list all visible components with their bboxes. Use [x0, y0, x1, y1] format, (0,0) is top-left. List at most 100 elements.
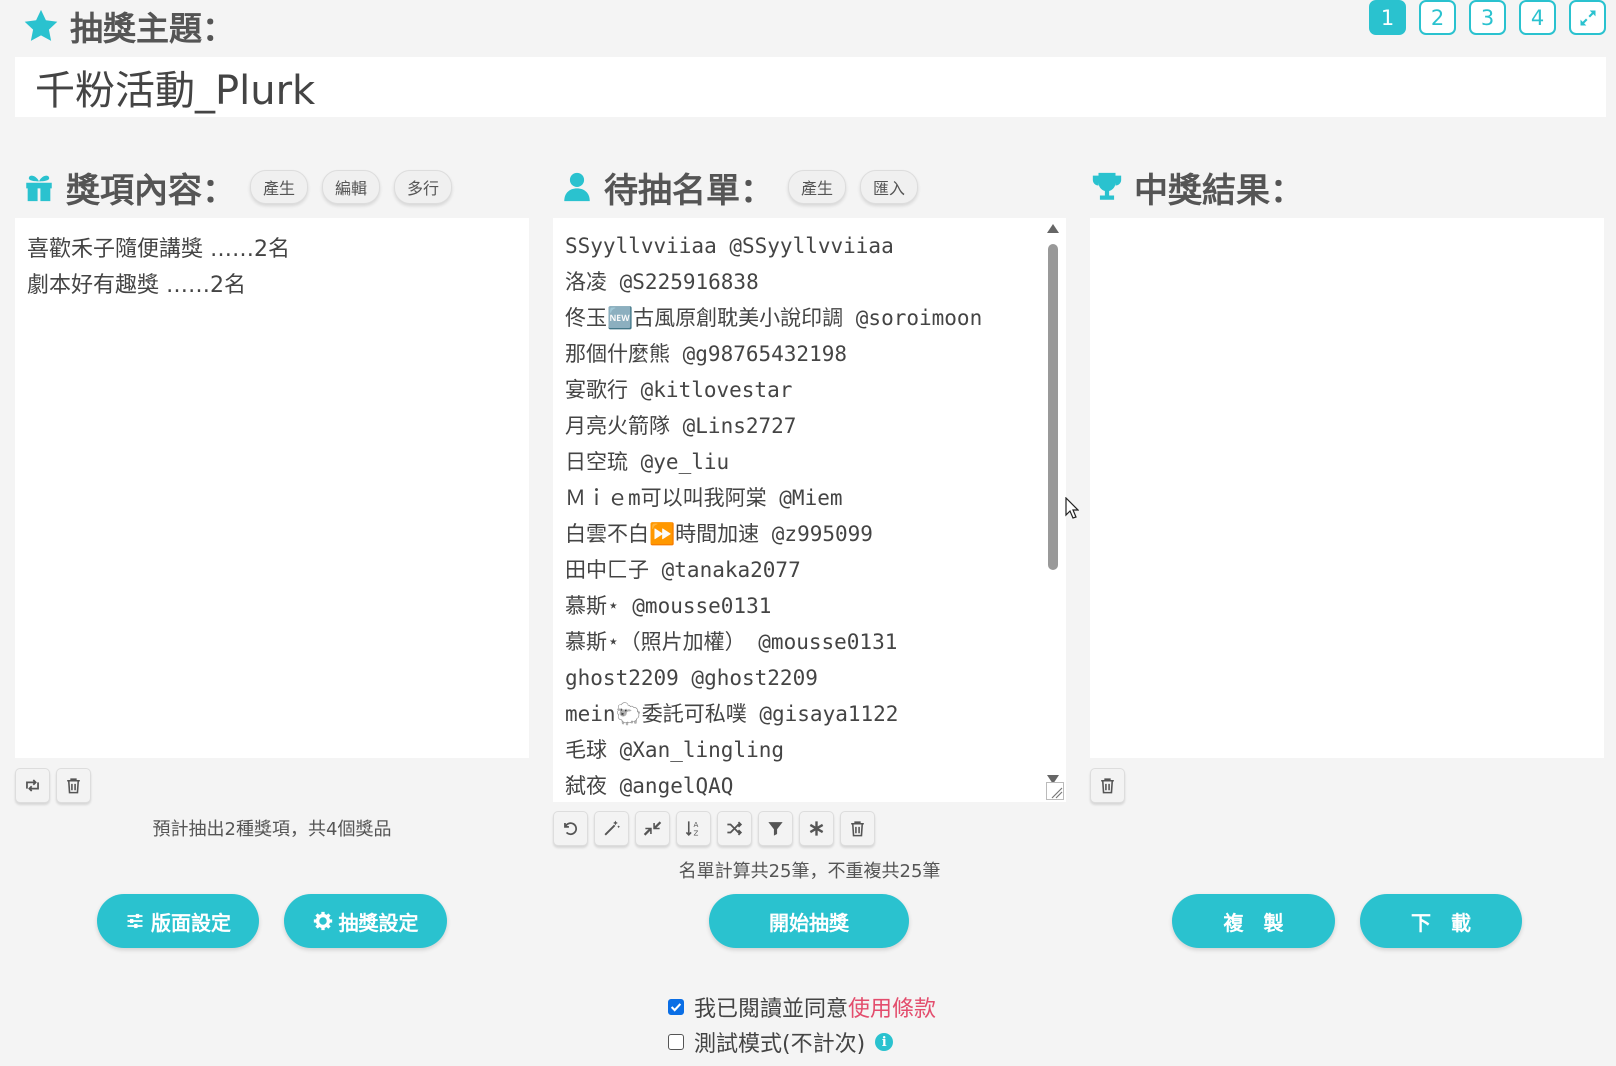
candidate-row: SSyyllvviiaa @SSyyllvviiaa	[565, 234, 894, 258]
candidate-row: ghost2209 @ghost2209	[565, 666, 818, 690]
candidate-toolbar: AZ	[553, 811, 875, 846]
asterisk-icon	[809, 821, 824, 836]
trash-icon	[67, 778, 80, 794]
start-draw-button[interactable]: 開始抽獎	[709, 894, 909, 948]
test-mode-label: 測試模式(不計次)	[694, 1032, 866, 1057]
agree-terms-label: 我已閱讀並同意使用條款	[694, 991, 936, 1023]
prize-refresh-button[interactable]	[15, 768, 50, 803]
candidate-clear-button[interactable]	[840, 811, 875, 846]
prize-edit-button[interactable]: 編輯	[322, 170, 381, 204]
candidate-row: 宴歌行 @kitlovestar	[565, 378, 793, 402]
scroll-up-arrow[interactable]	[1047, 224, 1059, 233]
topic-input[interactable]: 千粉活動_Plurk	[15, 57, 1606, 117]
download-button[interactable]: 下 載	[1360, 894, 1522, 948]
candidates-title: 待抽名單：	[604, 170, 774, 211]
prize-clear-button[interactable]	[56, 768, 91, 803]
prize-item: 喜歡禾子隨便講獎 ……2名	[27, 237, 290, 262]
star-icon	[24, 9, 58, 41]
compress-icon	[643, 821, 662, 836]
info-icon[interactable]: i	[875, 1033, 894, 1051]
results-textarea[interactable]	[1090, 218, 1604, 758]
page-button-2[interactable]: 2	[1419, 0, 1456, 35]
candidates-heading: 待抽名單： 產生 匯入	[560, 164, 919, 211]
candidate-row: 慕斯⋆（照片加權） @mousse0131	[565, 630, 898, 654]
candidate-row: 那個什麼熊 @g98765432198	[565, 342, 848, 366]
test-mode-checkbox[interactable]	[668, 1034, 684, 1050]
undo-icon	[564, 822, 578, 836]
gift-icon	[26, 175, 52, 202]
draw-settings-label: 抽獎設定	[338, 910, 419, 935]
sort-alpha-icon: AZ	[685, 820, 699, 838]
prize-summary: 預計抽出2種獎項，共4個獎品	[152, 819, 392, 840]
shuffle-icon	[727, 821, 743, 836]
agree-terms-row: 我已閱讀並同意使用條款	[668, 991, 936, 1023]
mouse-cursor-icon	[1065, 497, 1079, 519]
undo-button[interactable]	[553, 811, 588, 846]
sort-button[interactable]: AZ	[676, 811, 711, 846]
candidate-row: 日空琉 @ye_liu	[565, 450, 730, 474]
compress-button[interactable]	[635, 811, 670, 846]
page-selector: 1 2 3 4	[1369, 0, 1606, 35]
draw-settings-button[interactable]: 抽獎設定	[284, 894, 447, 948]
results-toolbar	[1090, 768, 1125, 803]
layout-settings-button[interactable]: 版面設定	[97, 894, 259, 948]
retweet-icon	[26, 779, 39, 792]
prize-item: 劇本好有趣獎 ……2名	[27, 273, 246, 298]
candidate-import-button[interactable]: 匯入	[860, 170, 919, 204]
results-heading: 中獎結果：	[1090, 164, 1304, 211]
gear-icon	[313, 911, 332, 931]
page-button-1[interactable]: 1	[1369, 0, 1406, 35]
candidate-row: 慕斯⋆ @mousse0131	[565, 594, 772, 618]
prizes-textarea[interactable]: 喜歡禾子隨便講獎 ……2名 劇本好有趣獎 ……2名	[15, 218, 529, 758]
sliders-icon	[127, 913, 143, 929]
expand-icon	[1580, 10, 1595, 25]
prizes-title: 獎項內容：	[66, 170, 236, 211]
trash-icon	[1101, 778, 1114, 794]
user-icon	[564, 172, 590, 202]
prize-toolbar	[15, 768, 91, 803]
filter-button[interactable]	[758, 811, 793, 846]
candidates-textarea[interactable]: SSyyllvviiaa @SSyyllvviiaa 洛凌 @S225916838…	[553, 218, 1066, 802]
candidate-row: Ｍｉｅm可以叫我阿棠 @Miem	[565, 486, 843, 510]
results-clear-button[interactable]	[1090, 768, 1125, 803]
topic-heading: 抽獎主題：	[22, 4, 235, 48]
page-button-4[interactable]: 4	[1519, 0, 1556, 35]
page-button-3[interactable]: 3	[1469, 0, 1506, 35]
candidate-row: 佟玉🆕古風原創耽美小說印調 @soroimoon	[565, 306, 983, 330]
trophy-icon	[1092, 172, 1122, 200]
shuffle-button[interactable]	[717, 811, 752, 846]
candidate-summary: 名單計算共25筆，不重複共25筆	[678, 861, 941, 882]
prizes-heading: 獎項內容： 產生 編輯 多行	[22, 164, 453, 211]
copy-button[interactable]: 複 製	[1172, 894, 1335, 948]
results-title: 中獎結果：	[1134, 170, 1304, 211]
agree-prefix: 我已閱讀並同意	[694, 997, 849, 1022]
magic-button[interactable]	[594, 811, 629, 846]
candidate-row: 月亮火箭隊 @Lins2727	[565, 414, 797, 438]
magic-wand-icon	[604, 820, 621, 836]
topic-label-text: 抽獎主題：	[70, 9, 235, 48]
svg-text:Z: Z	[694, 829, 699, 838]
layout-settings-label: 版面設定	[151, 910, 231, 935]
candidate-row: 田中匚子 @tanaka2077	[565, 558, 801, 582]
agree-terms-checkbox[interactable]	[668, 999, 684, 1015]
terms-link[interactable]: 使用條款	[848, 997, 936, 1022]
resize-grip-icon[interactable]	[1046, 782, 1064, 800]
filter-icon	[768, 822, 783, 836]
fullscreen-button[interactable]	[1569, 0, 1606, 35]
prize-multiline-button[interactable]: 多行	[394, 170, 453, 204]
candidate-generate-button[interactable]: 產生	[788, 170, 847, 204]
check-icon	[670, 1003, 682, 1012]
candidate-row: 毛球 @Xan_lingling	[565, 738, 785, 762]
candidate-row: 白雲不白⏩時間加速 @z995099	[565, 522, 873, 546]
candidate-row: mein🐑委託可私噗 @gisaya1122	[565, 702, 899, 726]
test-mode-row: 測試模式(不計次) i	[668, 1026, 894, 1058]
candidate-row: 弑夜 @angelQAQ	[565, 774, 734, 798]
candidate-list: SSyyllvviiaa @SSyyllvviiaa 洛凌 @S225916838…	[565, 228, 1054, 802]
asterisk-button[interactable]	[799, 811, 834, 846]
candidate-row: 洛凌 @S225916838	[565, 270, 759, 294]
candidate-scrollbar[interactable]	[1046, 224, 1060, 784]
trash-icon	[851, 821, 864, 837]
scroll-thumb[interactable]	[1048, 244, 1058, 570]
svg-text:A: A	[694, 820, 699, 829]
prize-generate-button[interactable]: 產生	[250, 170, 309, 204]
